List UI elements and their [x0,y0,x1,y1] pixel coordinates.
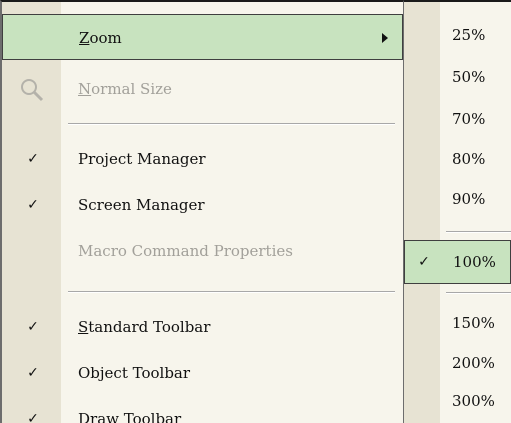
menu-item-standard-toolbar[interactable]: ✓ Standard Toolbar [2,304,403,350]
zoom-option-100[interactable]: ✓ 100% [404,240,511,284]
menu-item-label: Zoom [79,29,122,47]
menu-item-label: Macro Command Properties [78,242,293,260]
menu-item-macro-command-properties[interactable]: Macro Command Properties [2,228,403,274]
menu-item-project-manager[interactable]: ✓ Project Manager [2,136,403,182]
menu-item-label: Screen Manager [78,196,205,214]
menu-separator [68,123,395,125]
menu-item-zoom[interactable]: Zoom [2,14,403,60]
menu-item-object-toolbar[interactable]: ✓ Object Toolbar [2,350,403,396]
checkmark-icon: ✓ [27,319,39,335]
zoom-option-label: 100% [453,253,496,271]
zoom-option-label: 50% [452,68,486,86]
checkmark-icon: ✓ [27,151,39,167]
submenu-arrow-icon [382,33,388,43]
zoom-option-80[interactable]: 80% [404,140,511,178]
zoom-option-300[interactable]: 300% [404,382,511,420]
zoom-submenu: 25% 50% 70% 80% 90% ✓ 100% 150% 200% 300… [403,0,511,423]
menu-item-draw-toolbar[interactable]: ✓ Draw Toolbar [2,396,403,423]
zoom-option-150[interactable]: 150% [404,304,511,342]
zoom-option-label: 300% [452,392,495,410]
view-menu: Zoom Normal Size ✓ Project Manager ✓ Scr… [0,0,403,423]
zoom-option-label: 200% [452,354,495,372]
menu-item-label: Draw Toolbar [78,410,182,423]
menu-item-label: Project Manager [78,150,206,168]
zoom-option-200[interactable]: 200% [404,344,511,382]
menu-item-screen-manager[interactable]: ✓ Screen Manager [2,182,403,228]
zoom-option-label: 90% [452,190,486,208]
zoom-option-label: 25% [452,26,486,44]
zoom-option-70[interactable]: 70% [404,100,511,138]
checkmark-icon: ✓ [418,254,430,270]
checkmark-icon: ✓ [27,197,39,213]
zoom-option-label: 150% [452,314,495,332]
submenu-separator [446,292,511,294]
checkmark-icon: ✓ [27,411,39,423]
menu-separator [68,291,395,293]
magnifier-icon [21,79,44,102]
zoom-option-50[interactable]: 50% [404,58,511,96]
checkmark-icon: ✓ [27,365,39,381]
zoom-option-label: 70% [452,110,486,128]
zoom-option-90[interactable]: 90% [404,180,511,218]
submenu-separator [446,231,511,233]
menu-item-normal-size[interactable]: Normal Size [2,66,403,112]
menu-item-label: Normal Size [78,80,172,98]
zoom-option-label: 80% [452,150,486,168]
menu-item-label: Object Toolbar [78,364,191,382]
menu-item-label: Standard Toolbar [78,318,211,336]
zoom-option-25[interactable]: 25% [404,16,511,54]
